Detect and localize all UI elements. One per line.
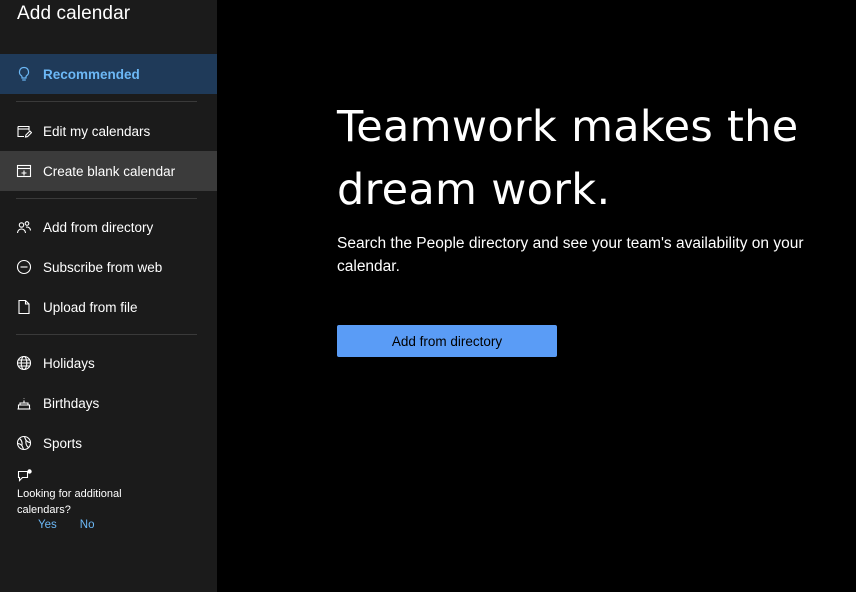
cake-icon [16, 395, 32, 411]
feedback-question: Looking for additional calendars? [17, 488, 122, 516]
divider [16, 334, 197, 335]
sidebar-item-label: Create blank calendar [43, 163, 176, 179]
divider [16, 101, 197, 102]
feedback-yes-link[interactable]: Yes [38, 519, 57, 531]
sidebar-item-edit-my-calendars[interactable]: Edit my calendars [0, 111, 217, 151]
add-from-directory-button[interactable]: Add from directory [337, 325, 557, 357]
hero-description: Search the People directory and see your… [337, 235, 804, 275]
sidebar-item-subscribe-from-web[interactable]: Subscribe from web [0, 247, 217, 287]
main-content: Teamwork makes the dream work. Search th… [217, 0, 856, 592]
add-calendar-dialog: Add calendar Recommended Edit my calenda… [0, 0, 856, 592]
sidebar-item-holidays[interactable]: Holidays [0, 343, 217, 383]
sidebar-item-label: Birthdays [43, 395, 100, 411]
sidebar-item-label: Upload from file [43, 299, 138, 315]
sidebar-item-label: Sports [43, 435, 83, 451]
file-upload-icon [16, 299, 32, 315]
feedback-prompt: Looking for additional calendars? Yes No [17, 468, 207, 531]
lightbulb-icon [16, 66, 32, 82]
sidebar-item-label: Edit my calendars [43, 123, 151, 139]
web-link-icon [16, 259, 32, 275]
edit-calendar-icon [16, 123, 32, 139]
sidebar-item-recommended[interactable]: Recommended [0, 54, 217, 94]
sidebar-item-upload-from-file[interactable]: Upload from file [0, 287, 217, 327]
feedback-icon [17, 468, 33, 484]
sidebar-item-add-from-directory[interactable]: Add from directory [0, 207, 217, 247]
people-icon [16, 219, 32, 235]
sidebar-item-birthdays[interactable]: Birthdays [0, 383, 217, 423]
sidebar-item-label: Recommended [43, 66, 140, 82]
sidebar-item-label: Add from directory [43, 219, 154, 235]
globe-icon [16, 355, 32, 371]
sidebar-title: Add calendar [17, 3, 131, 24]
sidebar-item-create-blank-calendar[interactable]: Create blank calendar [0, 151, 217, 191]
feedback-links: Yes No [17, 519, 207, 531]
sidebar-item-sports[interactable]: Sports [0, 423, 217, 463]
sidebar-item-label: Holidays [43, 355, 95, 371]
calendar-add-icon [16, 163, 32, 179]
hero-title: Teamwork makes the dream work. [337, 102, 799, 215]
divider [16, 198, 197, 199]
sidebar-item-label: Subscribe from web [43, 259, 163, 275]
feedback-no-link[interactable]: No [80, 519, 95, 531]
sidebar: Add calendar Recommended Edit my calenda… [0, 0, 217, 592]
sports-ball-icon [16, 435, 32, 451]
